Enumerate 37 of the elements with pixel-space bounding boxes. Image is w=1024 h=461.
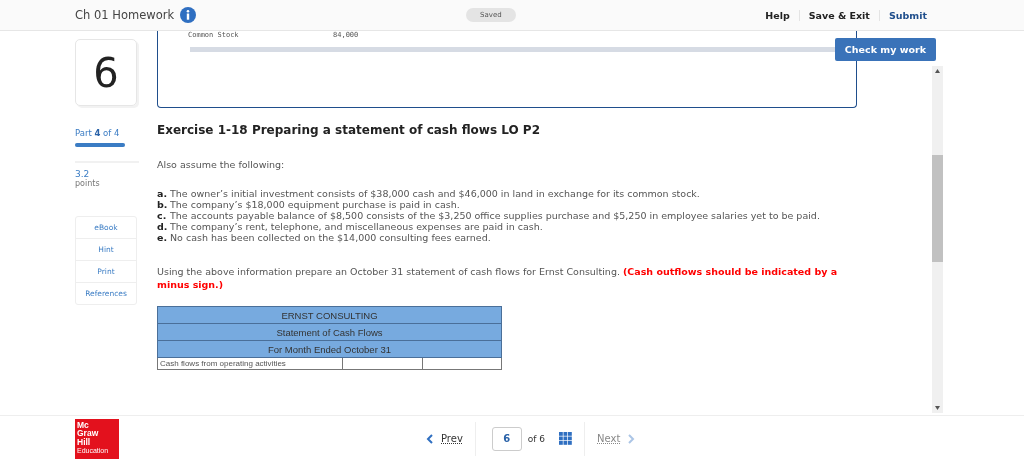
header-link[interactable]: Submit bbox=[878, 9, 936, 21]
page-count: of 6 bbox=[527, 433, 546, 444]
header-link[interactable]: Help bbox=[756, 9, 799, 21]
item-text: The owner’s initial investment consists of $38,000 cash and $46,000 in land in exchange for its common stock. bbox=[170, 188, 700, 199]
item-letter: c. bbox=[157, 210, 168, 221]
question-number: 6 bbox=[75, 39, 137, 106]
exercise-title: Exercise 1-18 Preparing a statement of cash flows LO P2 bbox=[157, 123, 541, 137]
chevron-right-icon bbox=[628, 433, 636, 444]
homework-title: Ch 01 Homework bbox=[75, 8, 175, 22]
instruction-text: Using the above information prepare an October 31 statement of cash flows for Ernst Consulting. (Cash outflows should be indicated by a minus sign.) bbox=[157, 265, 839, 291]
item-text: The accounts payable balance of $8,500 consists of the $3,250 office supplies purchase and $5,250 in employee salaries yet to be paid. bbox=[170, 210, 820, 221]
table-cell: Cash flows from operating activities bbox=[157, 357, 343, 370]
grid-icon[interactable] bbox=[559, 432, 573, 445]
scroll-down-icon[interactable] bbox=[935, 406, 940, 410]
info-icon[interactable] bbox=[180, 7, 197, 23]
item-text: The company’s rent, telephone, and miscellaneous expenses are paid in cash. bbox=[170, 221, 543, 232]
item-text: No cash has been collected on the $14,000 consulting fees earned. bbox=[170, 232, 491, 243]
item-letter: b. bbox=[157, 199, 169, 210]
scroll-up-icon[interactable] bbox=[935, 69, 940, 73]
item-text: The company’s $18,000 equipment purchase is paid in cash. bbox=[170, 199, 460, 210]
points-value: 3.2 bbox=[75, 169, 91, 179]
item-letter: d. bbox=[157, 221, 169, 232]
header-link[interactable]: Save & Exit bbox=[798, 9, 879, 21]
prev-button[interactable]: Prev bbox=[414, 421, 476, 456]
points-label: points bbox=[75, 179, 101, 188]
part-label: Part 4 of 4 bbox=[75, 128, 121, 138]
item-letter: e. bbox=[157, 232, 169, 243]
page-field[interactable]: 6 bbox=[491, 426, 522, 451]
input-cell[interactable] bbox=[342, 357, 422, 370]
scrollbar[interactable] bbox=[932, 66, 943, 413]
progress-bar bbox=[75, 143, 125, 147]
intro-text: Also assume the following: bbox=[157, 159, 286, 170]
table-heading: ERNST CONSULTING bbox=[157, 306, 502, 324]
item-letter: a. bbox=[157, 188, 169, 199]
check-my-work-button[interactable]: Check my work bbox=[834, 38, 936, 61]
input-cell[interactable] bbox=[422, 357, 502, 370]
chevron-left-icon bbox=[426, 433, 433, 444]
